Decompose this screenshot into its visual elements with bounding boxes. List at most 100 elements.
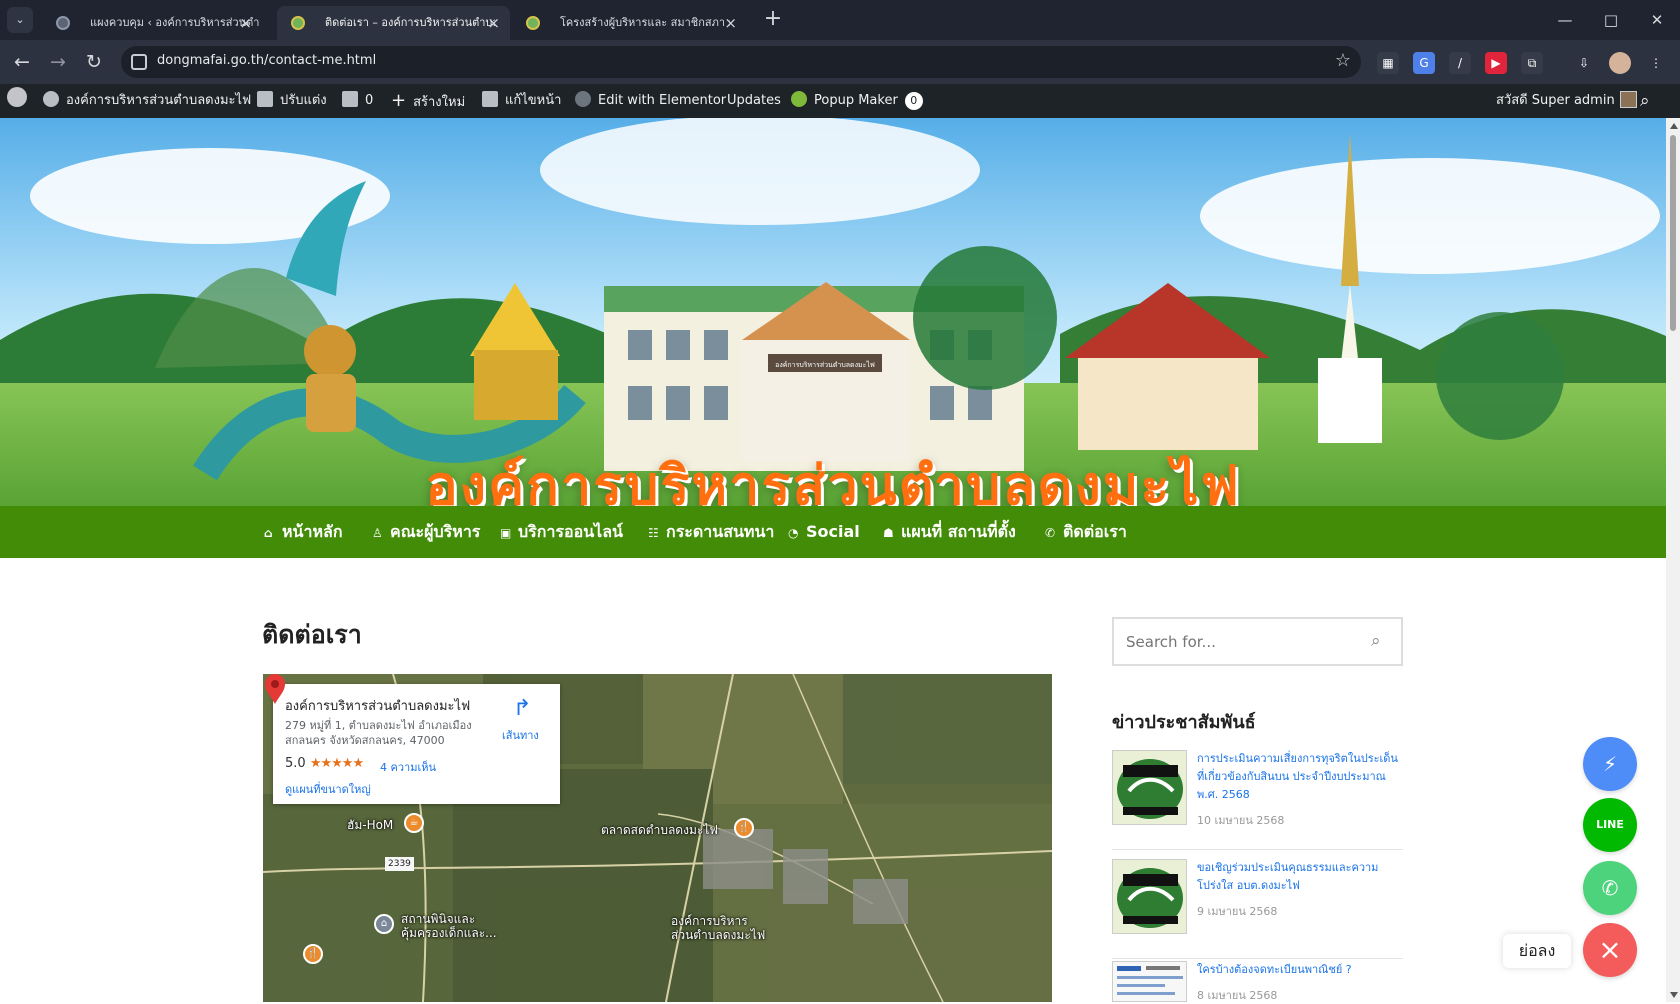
- reviews-link[interactable]: 4 ความเห็น: [380, 758, 436, 776]
- directions-link[interactable]: เส้นทาง: [502, 726, 539, 744]
- directions-icon[interactable]: ↱: [513, 696, 531, 721]
- nav-social[interactable]: ◔ Social: [788, 506, 860, 558]
- admin-updates-link[interactable]: Updates: [727, 84, 781, 118]
- nav-location-map[interactable]: ☗ แผนที่ สถานที่ตั้ง: [883, 506, 1016, 558]
- nav-contact[interactable]: ✆ ติดต่อเรา: [1045, 506, 1127, 558]
- scroll-up-icon[interactable]: [1670, 123, 1678, 129]
- search-icon[interactable]: ⌕: [1371, 631, 1391, 651]
- main-navigation: ⌂ หน้าหลัก ♙ คณะผู้บริหาร ▣ บริการออนไลน์ ☷…: [0, 506, 1666, 558]
- site-info-icon[interactable]: [131, 54, 147, 70]
- wordpress-logo[interactable]: [7, 84, 34, 118]
- phone-button[interactable]: ✆: [1583, 861, 1637, 915]
- tab-title: แผงควบคุม ‹ องค์การบริหารส่วนตำบล: [90, 16, 260, 29]
- translate-icon[interactable]: G: [1413, 52, 1435, 74]
- browser-tab-contact[interactable]: ติดต่อเรา – องค์การบริหารส่วนตำบล ×: [277, 6, 510, 40]
- browser-menu-icon[interactable]: ⋮: [1645, 52, 1667, 74]
- close-icon[interactable]: ×: [487, 6, 500, 40]
- map-label-market: ตลาดสดตำบลดงมะไฟ: [601, 823, 718, 837]
- news-item[interactable]: ขอเชิญร่วมประเมินคุณธรรมและความโปร่งใส อ…: [1112, 859, 1403, 959]
- download-icon[interactable]: ⇩: [1573, 52, 1595, 74]
- cafe-icon[interactable]: ☕: [404, 813, 424, 833]
- admin-comments-link[interactable]: 0: [342, 84, 373, 118]
- globe-icon: [56, 16, 70, 30]
- nav-home-label: หน้าหลัก: [282, 522, 343, 541]
- reload-button[interactable]: ↻: [80, 48, 108, 76]
- government-building-icon[interactable]: ⌂: [374, 914, 394, 934]
- page-scrollbar[interactable]: [1666, 118, 1680, 1002]
- news-thumbnail[interactable]: [1112, 859, 1187, 934]
- sidebar-search[interactable]: ⌕: [1112, 617, 1403, 666]
- location-pin-icon[interactable]: [263, 674, 287, 704]
- elementor-icon: [575, 91, 591, 107]
- wordpress-admin-bar: องค์การบริหารส่วนตำบลดงมะไฟ ปรับแต่ง 0 +…: [0, 84, 1680, 118]
- plus-icon: +: [391, 90, 407, 111]
- nav-discussion-board-label: กระดานสนทนา: [666, 522, 775, 541]
- admin-account-menu[interactable]: สวัสดี Super admin: [1496, 84, 1637, 118]
- address-bar[interactable]: dongmafai.go.th/contact-me.html ☆: [121, 46, 1361, 78]
- news-title[interactable]: ขอเชิญร่วมประเมินคุณธรรมและความโปร่งใส อ…: [1197, 859, 1402, 895]
- news-title[interactable]: การประเมินความเสี่ยงการทุจริตในประเด็นที…: [1197, 750, 1402, 804]
- comment-icon: [342, 91, 358, 107]
- admin-site-link[interactable]: องค์การบริหารส่วนตำบลดงมะไฟ: [43, 84, 251, 118]
- browser-address-row: ← → ↻ dongmafai.go.th/contact-me.html ☆ …: [0, 40, 1680, 84]
- site-header-banner: องค์การบริหารส่วนตำบลดงมะไฟ องค์การบริหา…: [0, 118, 1666, 506]
- search-icon[interactable]: ⌕: [1640, 84, 1650, 118]
- wordpress-icon: [7, 87, 27, 107]
- nav-online-services[interactable]: ▣ บริการออนไลน์: [500, 506, 623, 558]
- larger-map-link[interactable]: ดูแผนที่ขนาดใหญ่: [285, 780, 371, 798]
- admin-popup-maker-link[interactable]: Popup Maker 0: [791, 84, 923, 118]
- line-button[interactable]: LINE: [1583, 798, 1637, 852]
- qr-code-icon[interactable]: ▦: [1377, 52, 1399, 74]
- map-icon: ☗: [883, 526, 894, 540]
- close-icon[interactable]: ×: [724, 6, 737, 40]
- profile-avatar[interactable]: [1609, 52, 1631, 74]
- tab-search-button[interactable]: ⌄: [7, 7, 33, 33]
- admin-edit-page-link[interactable]: แก้ไขหน้า: [482, 84, 561, 118]
- news-title[interactable]: ใครบ้างต้องจดทะเบียนพาณิชย์ ?: [1197, 961, 1402, 979]
- chat-icon: ☷: [648, 526, 659, 540]
- news-item[interactable]: การประเมินความเสี่ยงการทุจริตในประเด็นที…: [1112, 750, 1403, 850]
- site-logo-icon: [526, 16, 540, 30]
- close-float-button[interactable]: ×: [1583, 923, 1637, 977]
- collapse-label[interactable]: ย่อลง: [1503, 934, 1571, 968]
- maximize-button[interactable]: □: [1599, 8, 1623, 32]
- browser-tab-dashboard[interactable]: แผงควบคุม ‹ องค์การบริหารส่วนตำบล ×: [42, 6, 262, 40]
- browser-tab-structure[interactable]: โครงสร้างผู้บริหารและ สมาชิกสภา อบ ×: [512, 6, 747, 40]
- back-button[interactable]: ←: [8, 48, 36, 76]
- extensions-icon[interactable]: ⧉: [1521, 52, 1543, 74]
- news-date: 9 เมษายน 2568: [1197, 905, 1278, 918]
- place-title: องค์การบริหารส่วนตำบลดงมะไฟ: [285, 699, 471, 714]
- pen-extension-icon[interactable]: /: [1449, 52, 1471, 74]
- nav-home[interactable]: ⌂ หน้าหลัก: [264, 506, 343, 558]
- admin-new-link[interactable]: + สร้างใหม่: [391, 84, 465, 118]
- nav-executives[interactable]: ♙ คณะผู้บริหาร: [372, 506, 480, 558]
- map-label-office: องค์การบริหาร ส่วนตำบลดงมะไฟ: [671, 914, 766, 942]
- tab-title: ติดต่อเรา – องค์การบริหารส่วนตำบล: [325, 16, 495, 29]
- forward-button[interactable]: →: [44, 48, 72, 76]
- messenger-button[interactable]: ⚡: [1583, 737, 1637, 791]
- new-tab-button[interactable]: +: [760, 7, 786, 33]
- restaurant-icon[interactable]: 🍴: [734, 818, 754, 838]
- scroll-down-icon[interactable]: [1670, 992, 1678, 998]
- bookmark-star-icon[interactable]: ☆: [1335, 50, 1351, 71]
- google-map-embed[interactable]: องค์การบริหารส่วนตำบลดงมะไฟ 279 หมู่ที่ …: [263, 674, 1052, 1002]
- admin-popup-maker-label: Popup Maker: [814, 93, 898, 108]
- pencil-icon: [482, 91, 498, 107]
- minimize-button[interactable]: —: [1553, 8, 1577, 32]
- admin-elementor-link[interactable]: Edit with Elementor: [575, 84, 726, 118]
- page-title: ติดต่อเรา: [262, 620, 362, 649]
- scrollbar-thumb[interactable]: [1670, 135, 1676, 331]
- admin-edit-page-label: แก้ไขหน้า: [505, 93, 562, 108]
- admin-comments-count: 0: [365, 93, 374, 108]
- close-window-button[interactable]: ✕: [1645, 8, 1669, 32]
- news-item[interactable]: ใครบ้างต้องจดทะเบียนพาณิชย์ ? 8 เมษายน 2…: [1112, 961, 1403, 1002]
- news-thumbnail[interactable]: [1112, 961, 1187, 1002]
- admin-elementor-label: Edit with Elementor: [598, 93, 727, 108]
- restaurant-icon[interactable]: 🍴: [303, 944, 323, 964]
- news-thumbnail[interactable]: [1112, 750, 1187, 825]
- nav-discussion-board[interactable]: ☷ กระดานสนทนา: [648, 506, 774, 558]
- admin-customize-link[interactable]: ปรับแต่ง: [257, 84, 327, 118]
- video-extension-icon[interactable]: ▶: [1485, 52, 1507, 74]
- search-input[interactable]: [1114, 619, 1359, 664]
- close-icon[interactable]: ×: [239, 6, 252, 40]
